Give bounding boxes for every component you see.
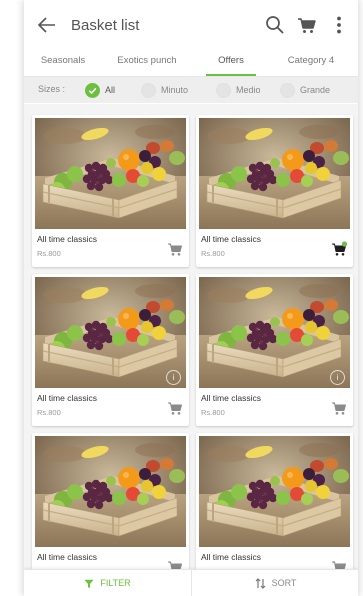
product-name: All time classics: [201, 234, 261, 244]
radio-circle-icon: [141, 83, 156, 98]
product-card[interactable]: All time classics: [32, 433, 189, 569]
product-card[interactable]: All time classics: [196, 433, 353, 569]
product-card[interactable]: i All time classics Rs.800: [196, 274, 353, 426]
product-grid: All time classics Rs.800 All time classi…: [24, 104, 358, 569]
added-to-cart-icon[interactable]: [331, 241, 347, 257]
size-option-label: Minuto: [161, 85, 189, 95]
product-card[interactable]: All time classics Rs.800: [32, 115, 189, 267]
cart-icon[interactable]: [296, 14, 318, 36]
sort-label: SORT: [271, 578, 297, 588]
tab-exotics-punch[interactable]: Exotics punch: [110, 48, 184, 76]
fruit-basket-image: [199, 118, 350, 229]
page-title: Basket list: [71, 17, 140, 34]
tab-seasonals[interactable]: Seasonals: [28, 48, 98, 76]
bottom-action-bar: FILTER SORT: [24, 569, 358, 596]
sizes-filter: Sizes : All Minuto Medio Grande: [24, 77, 358, 103]
app-screen: Basket list Seasonals Exotics punch Offe…: [24, 0, 358, 596]
product-card[interactable]: i All time classics Rs.800: [32, 274, 189, 426]
back-arrow-icon[interactable]: [36, 14, 58, 36]
size-option-label: Grande: [300, 85, 331, 95]
fruit-basket-image: [199, 436, 350, 547]
app-bar: Basket list: [24, 0, 358, 48]
search-icon[interactable]: [264, 14, 286, 36]
product-name: All time classics: [201, 552, 261, 562]
filter-button[interactable]: FILTER: [24, 570, 191, 596]
more-vertical-icon[interactable]: [328, 14, 350, 36]
add-to-cart-icon[interactable]: [167, 400, 183, 416]
product-name: All time classics: [37, 234, 97, 244]
category-tabs: Seasonals Exotics punch Offers Category …: [24, 48, 358, 77]
info-icon[interactable]: i: [330, 370, 345, 385]
product-price: Rs.800: [37, 408, 61, 417]
product-name: All time classics: [37, 393, 97, 403]
fruit-basket-image: [35, 277, 186, 388]
sort-arrows-icon: [255, 578, 266, 589]
info-icon[interactable]: i: [166, 370, 181, 385]
add-to-cart-icon[interactable]: [331, 400, 347, 416]
radio-circle-icon: [280, 83, 295, 98]
product-name: All time classics: [37, 552, 97, 562]
sort-button[interactable]: SORT: [191, 570, 358, 596]
fruit-basket-image: [35, 118, 186, 229]
product-price: Rs.800: [37, 249, 61, 258]
product-card[interactable]: All time classics Rs.800: [196, 115, 353, 267]
filter-label: FILTER: [100, 578, 131, 588]
checked-circle-icon: [85, 83, 100, 98]
sizes-label: Sizes :: [38, 84, 66, 94]
filter-funnel-icon: [84, 579, 94, 588]
product-price: Rs.800: [201, 408, 225, 417]
product-name: All time classics: [201, 393, 261, 403]
add-to-cart-icon[interactable]: [167, 241, 183, 257]
fruit-basket-image: [35, 436, 186, 547]
size-option-label: All: [105, 85, 116, 95]
add-to-cart-icon[interactable]: [167, 559, 183, 569]
fruit-basket-image: [199, 277, 350, 388]
tab-offers[interactable]: Offers: [202, 48, 260, 76]
tab-category-4[interactable]: Category 4: [274, 48, 348, 76]
size-option-label: Medio: [236, 85, 261, 95]
add-to-cart-icon[interactable]: [331, 559, 347, 569]
product-price: Rs.800: [201, 249, 225, 258]
radio-circle-icon: [216, 83, 231, 98]
